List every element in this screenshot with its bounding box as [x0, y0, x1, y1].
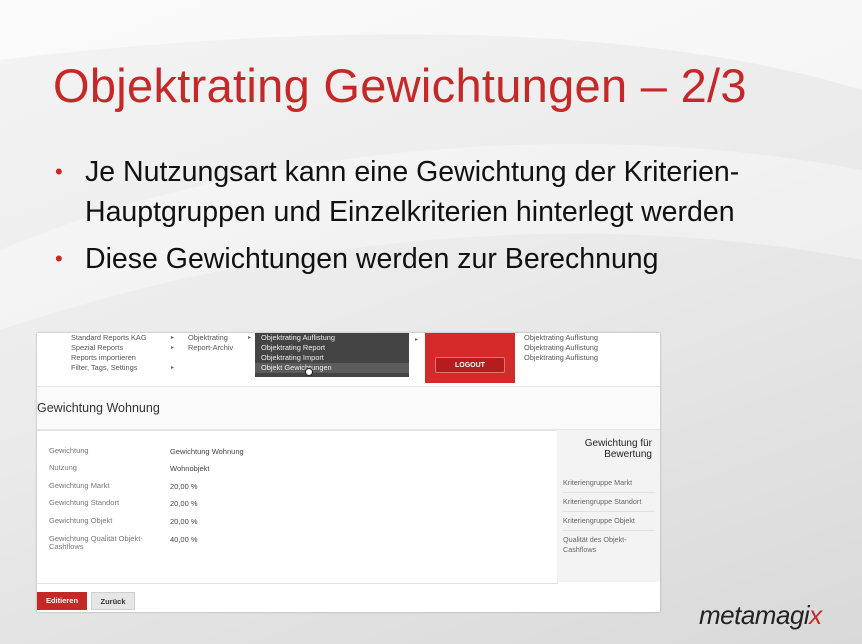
bullet-text: Je Nutzungsart kann eine Gewichtung der … — [85, 156, 740, 228]
bullet-item: • Je Nutzungsart kann eine Gewichtung de… — [55, 152, 775, 232]
side-panel-link[interactable]: Kriteriengruppe Objekt — [563, 516, 655, 531]
field-label: Nutzung — [49, 463, 77, 472]
field-value: 20,00 % — [170, 499, 198, 508]
link-item[interactable]: Objektrating Auflistung — [524, 343, 598, 353]
side-panel-title: Gewichtung für Bewertung — [584, 438, 652, 460]
logout-button[interactable]: LOGOUT — [435, 357, 505, 373]
submenu-item[interactable]: Objektrating Report — [255, 343, 409, 353]
field-value: 20,00 % — [170, 482, 198, 491]
bullet-dot-icon: • — [55, 246, 63, 271]
link-item[interactable]: Objektrating Auflistung — [524, 333, 598, 343]
field-label: Gewichtung — [49, 446, 89, 455]
metamagix-logo: metamagix — [699, 600, 822, 630]
weights-form: Gewichtung Gewichtung Wohnung Nutzung Wo… — [37, 430, 558, 584]
field-label: Gewichtung Qualität Objekt-Cashflows — [49, 534, 143, 551]
submenu-item[interactable]: Objektrating Import — [255, 353, 409, 363]
menu-column-objekt: Objektrating ▸ Report-Archiv — [188, 333, 251, 353]
menu-item-objektrating[interactable]: Objektrating ▸ — [188, 333, 251, 343]
objektrating-submenu: Objektrating Auflistung Objektrating Rep… — [255, 333, 418, 377]
side-panel: Gewichtung für Bewertung Kriteriengruppe… — [557, 430, 660, 582]
menu-item-report-archiv[interactable]: Report-Archiv — [188, 343, 233, 353]
bullet-dot-icon: • — [55, 159, 63, 184]
app-screenshot: Standard Reports KAG ▸ Spezial Reports ▸ R… — [37, 333, 660, 612]
edit-button[interactable]: Editieren — [37, 592, 87, 610]
menu-item[interactable]: Spezial Reports ▸ — [71, 343, 174, 353]
mouse-cursor-icon — [305, 368, 313, 376]
page-title: Gewichtung Wohnung — [37, 401, 160, 415]
bullet-text: Diese Gewichtungen werden zur Berechnung — [85, 243, 659, 275]
chevron-right-icon: ▸ — [171, 345, 175, 351]
back-button[interactable]: Zurück — [91, 592, 135, 610]
link-item[interactable]: Objektrating Auflistung — [524, 353, 598, 363]
right-links: Objektrating Auflistung Objektrating Auf… — [524, 333, 598, 363]
page-header: Gewichtung Wohnung — [37, 387, 660, 430]
menu-item[interactable]: Reports importieren — [71, 353, 147, 363]
menu-item[interactable]: Standard Reports KAG ▸ — [71, 333, 174, 343]
menu-item[interactable]: Filter, Tags, Settings ▸ — [71, 363, 174, 373]
side-panel-link[interactable]: Kriteriengruppe Standort — [563, 497, 655, 512]
side-panel-link[interactable]: Qualität des Objekt-Cashflows — [563, 535, 655, 559]
chevron-right-icon: ▸ — [171, 365, 175, 371]
chevron-right-icon: ▸ — [248, 335, 252, 341]
menu-column-reports: Standard Reports KAG ▸ Spezial Reports ▸ R… — [71, 333, 174, 373]
chevron-right-icon: ▸ — [415, 337, 419, 343]
field-value: Wohnobjekt — [170, 464, 210, 473]
slide-title: Objektrating Gewichtungen – 2/3 — [53, 59, 747, 112]
field-value: Gewichtung Wohnung — [170, 447, 244, 456]
submenu-item[interactable]: Objektrating Auflistung — [255, 333, 409, 343]
submenu-item-active[interactable]: Objekt Gewichtungen — [255, 363, 409, 373]
field-label: Gewichtung Markt — [49, 481, 110, 490]
field-label: Gewichtung Standort — [49, 498, 120, 507]
field-label: Gewichtung Objekt — [49, 516, 113, 525]
field-value: 40,00 % — [170, 535, 198, 544]
logout-area: LOGOUT — [425, 333, 515, 383]
top-menu: Standard Reports KAG ▸ Spezial Reports ▸ R… — [37, 333, 660, 387]
bullet-item: • Diese Gewichtungen werden zur Berechnu… — [55, 239, 775, 279]
bullet-list: • Je Nutzungsart kann eine Gewichtung de… — [55, 152, 775, 286]
side-panel-link[interactable]: Kriteriengruppe Markt — [563, 478, 655, 493]
chevron-right-icon: ▸ — [171, 335, 175, 341]
field-value: 20,00 % — [170, 517, 198, 526]
